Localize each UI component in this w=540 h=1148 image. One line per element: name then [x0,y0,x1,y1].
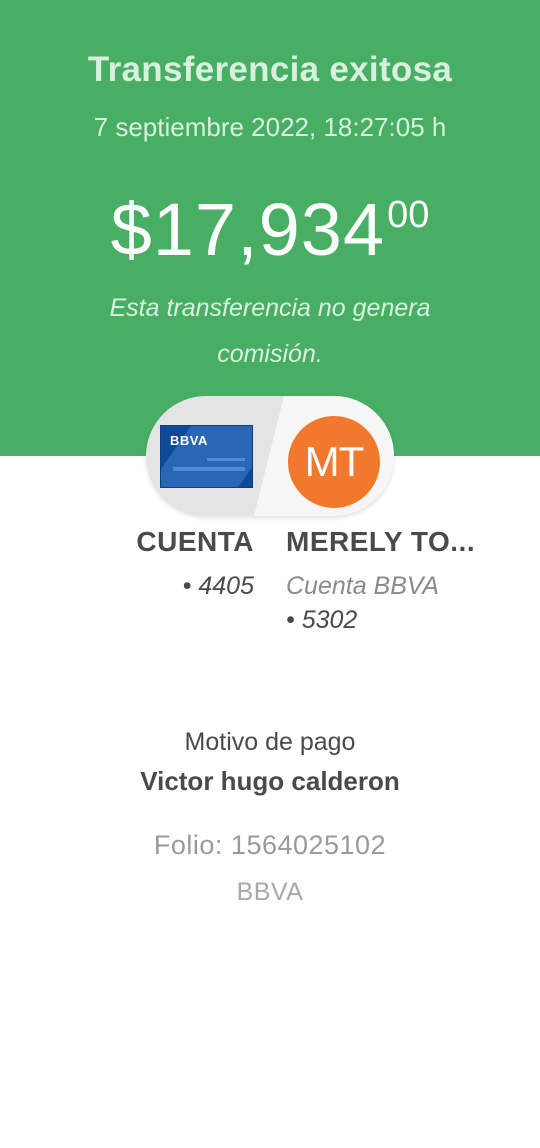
fee-note: Esta transferencia no genera comisión. [109,294,431,368]
success-header: Transferencia exitosa 7 septiembre 2022,… [0,0,540,456]
amount-cents: 00 [387,194,430,236]
card-stripe [173,467,245,471]
recipient-account-number: • 5302 [286,606,358,634]
transfer-datetime: 7 septiembre 2022, 18:27:05 h [93,112,447,142]
card-brand-label: BBVA [170,433,208,448]
origin-account-name: CUENTA [136,526,254,557]
folio-number: Folio: 1564025102 [153,830,387,860]
bbva-card-icon: BBVA [160,425,253,488]
bank-name: BBVA [236,878,304,906]
origin-account-number: • 4405 [182,572,254,600]
payment-reason-label: Motivo de pago [184,728,356,756]
page-title: Transferencia exitosa [87,50,453,89]
card-stripe [207,458,245,461]
transfer-amount: $17,93400 [0,190,540,270]
transfer-receipt-screen: Transferencia exitosa 7 septiembre 2022,… [0,0,540,1148]
recipient-avatar: MT [288,416,380,508]
payment-reason-value: Victor hugo calderon [140,766,400,796]
amount-main: $17,934 [110,188,386,271]
recipient-bank: Cuenta BBVA [286,572,439,600]
recipient-name: MERELY TO... [286,526,476,557]
